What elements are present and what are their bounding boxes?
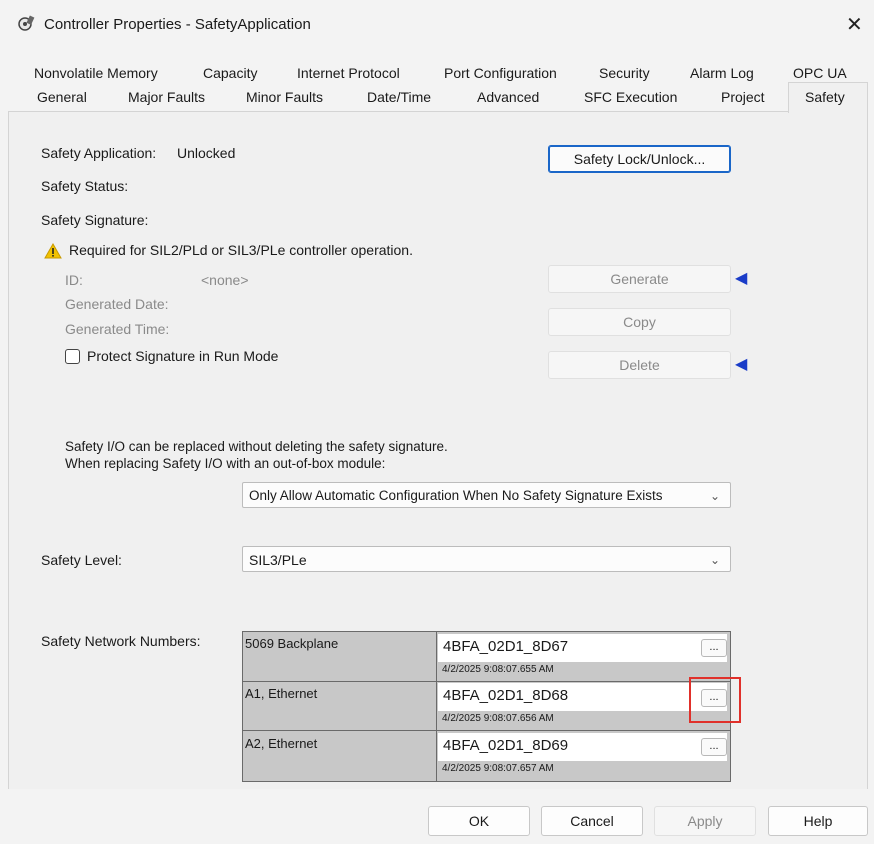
tab-port-configuration[interactable]: Port Configuration xyxy=(444,65,557,81)
network-value-field[interactable]: 4BFA_02D1_8D69 ... xyxy=(438,733,727,761)
close-icon[interactable]: ✕ xyxy=(846,12,863,37)
network-name: A2, Ethernet xyxy=(245,736,318,751)
tab-sfc-execution[interactable]: SFC Execution xyxy=(584,89,677,105)
tab-opc-ua[interactable]: OPC UA xyxy=(793,65,847,81)
io-replace-text-1: Safety I/O can be replaced without delet… xyxy=(65,439,448,454)
network-value: 4BFA_02D1_8D68 xyxy=(443,687,569,704)
safety-signature-label: Safety Signature: xyxy=(41,212,149,228)
network-date: 4/2/2025 9:08:07.656 AM xyxy=(442,713,554,724)
network-name: 5069 Backplane xyxy=(245,636,339,651)
network-value-field[interactable]: 4BFA_02D1_8D68 ... xyxy=(438,683,727,711)
safety-network-table: 5069 Backplane 4BFA_02D1_8D67 ... 4/2/20… xyxy=(242,631,731,782)
edit-network-number-button[interactable]: ... xyxy=(701,738,727,756)
apply-button[interactable]: Apply xyxy=(654,806,756,836)
tab-internet-protocol[interactable]: Internet Protocol xyxy=(297,65,400,81)
ok-button[interactable]: OK xyxy=(428,806,530,836)
safety-lock-unlock-button[interactable]: Safety Lock/Unlock... xyxy=(548,145,731,173)
tab-major-faults[interactable]: Major Faults xyxy=(128,89,205,105)
edit-network-number-button[interactable]: ... xyxy=(701,639,727,657)
id-label: ID: xyxy=(65,272,83,288)
tab-nonvolatile-memory[interactable]: Nonvolatile Memory xyxy=(34,65,158,81)
chevron-down-icon: ⌄ xyxy=(709,553,720,567)
help-button[interactable]: Help xyxy=(768,806,868,836)
generated-time-label: Generated Time: xyxy=(65,321,170,337)
warning-icon xyxy=(44,243,62,259)
safety-application-value: Unlocked xyxy=(177,145,236,161)
blue-arrow-icon: ◀ xyxy=(735,356,748,373)
network-value: 4BFA_02D1_8D67 xyxy=(443,638,569,655)
window-title: Controller Properties - SafetyApplicatio… xyxy=(44,16,311,33)
chevron-down-icon: ⌄ xyxy=(709,489,720,503)
protect-signature-label: Protect Signature in Run Mode xyxy=(87,348,279,364)
tab-advanced[interactable]: Advanced xyxy=(477,89,539,105)
tab-alarm-log[interactable]: Alarm Log xyxy=(690,65,754,81)
safety-level-select[interactable]: SIL3/PLe ⌄ xyxy=(242,546,731,572)
io-replacement-select[interactable]: Only Allow Automatic Configuration When … xyxy=(242,482,731,508)
network-date: 4/2/2025 9:08:07.657 AM xyxy=(442,763,554,774)
protect-signature-checkbox[interactable] xyxy=(65,349,80,364)
safety-network-numbers-label: Safety Network Numbers: xyxy=(41,633,201,649)
warning-text: Required for SIL2/PLd or SIL3/PLe contro… xyxy=(69,242,413,258)
io-replace-text-2: When replacing Safety I/O with an out-of… xyxy=(65,456,386,471)
id-value: <none> xyxy=(201,272,249,288)
copy-button[interactable]: Copy xyxy=(548,308,731,336)
network-name: A1, Ethernet xyxy=(245,686,318,701)
tab-general[interactable]: General xyxy=(37,89,87,105)
network-value-field[interactable]: 4BFA_02D1_8D67 ... xyxy=(438,634,727,662)
safety-level-value: SIL3/PLe xyxy=(249,552,307,568)
cancel-button[interactable]: Cancel xyxy=(541,806,643,836)
generated-date-label: Generated Date: xyxy=(65,296,169,312)
tab-safety[interactable]: Safety xyxy=(805,89,845,105)
app-icon xyxy=(18,15,35,31)
network-date: 4/2/2025 9:08:07.655 AM xyxy=(442,664,554,675)
tab-security[interactable]: Security xyxy=(599,65,650,81)
tab-date-time[interactable]: Date/Time xyxy=(367,89,431,105)
tab-project[interactable]: Project xyxy=(721,89,765,105)
highlight-box xyxy=(689,677,741,723)
safety-level-label: Safety Level: xyxy=(41,552,122,568)
delete-button[interactable]: Delete xyxy=(548,351,731,379)
network-value: 4BFA_02D1_8D69 xyxy=(443,737,569,754)
dialog-window: Controller Properties - SafetyApplicatio… xyxy=(0,0,874,844)
safety-application-label: Safety Application: xyxy=(41,145,157,161)
generate-button[interactable]: Generate xyxy=(548,265,731,293)
tab-capacity[interactable]: Capacity xyxy=(203,65,257,81)
tab-minor-faults[interactable]: Minor Faults xyxy=(246,89,323,105)
blue-arrow-icon: ◀ xyxy=(735,270,748,287)
io-replacement-value: Only Allow Automatic Configuration When … xyxy=(249,488,663,503)
safety-status-label: Safety Status: xyxy=(41,178,129,194)
title-bar: Controller Properties - SafetyApplicatio… xyxy=(0,0,874,50)
